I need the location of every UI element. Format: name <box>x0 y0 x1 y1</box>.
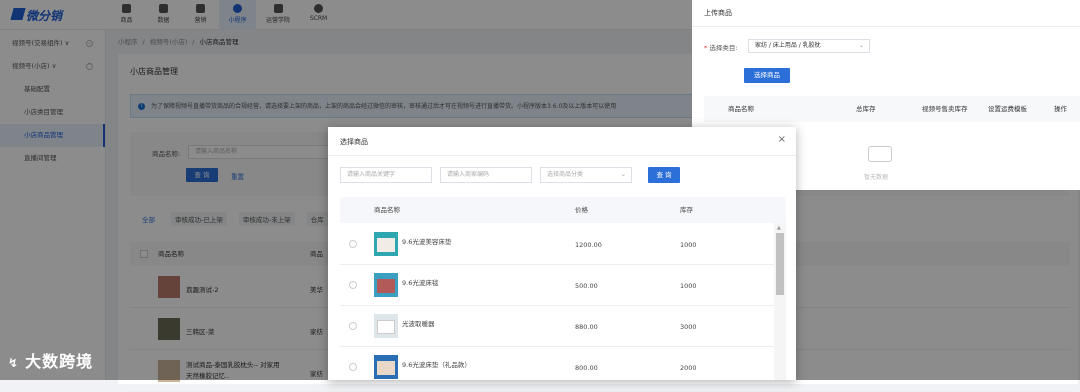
query-button[interactable]: 查 询 <box>648 167 680 183</box>
table-row[interactable]: 9.6光波美容床垫 1200.00 1000 <box>340 224 774 265</box>
drawer-table-header: 商品名称 总库存 视频号售卖库存 设置运费模板 操作 <box>704 96 1080 122</box>
keyword-input[interactable]: 请输入商品关键字 <box>340 167 432 183</box>
chevron-down-icon: ⌄ <box>858 42 864 49</box>
watermark: ↯ 大数跨境 <box>8 352 94 371</box>
row-radio[interactable] <box>349 281 357 289</box>
modal-table-header: 商品名称 价格 库存 <box>340 197 786 223</box>
empty-box-icon <box>868 146 892 162</box>
merchant-code-input[interactable]: 请输入商家编码 <box>440 167 532 183</box>
upload-drawer: 上传商品 * 选择类目: 家纺 / 床上用品 / 乳胶枕 ⌄ 选择商品 商品名称 … <box>692 0 1080 130</box>
row-radio[interactable] <box>349 322 357 330</box>
product-image <box>374 232 398 256</box>
modal-title: 选择商品 <box>340 138 368 146</box>
select-goods-button[interactable]: 选择商品 <box>744 68 790 83</box>
table-row[interactable]: 9.6光波床毯 500.00 1000 <box>340 265 774 306</box>
watermark-logo-icon: ↯ <box>8 356 20 370</box>
product-image <box>374 314 398 338</box>
table-row[interactable]: 9.6光波床垫（礼品款） 800.00 2000 <box>340 347 774 380</box>
close-icon[interactable]: × <box>778 134 786 145</box>
product-image <box>374 273 398 297</box>
table-row[interactable]: 光波取暖器 880.00 3000 <box>340 306 774 347</box>
row-radio[interactable] <box>349 363 357 371</box>
chevron-down-icon: ⌄ <box>620 171 626 178</box>
scrollbar[interactable]: ▲ <box>774 223 786 380</box>
product-image <box>374 355 398 379</box>
select-goods-modal: 选择商品 × 请输入商品关键字 请输入商家编码 选择商品分类 ⌄ 查 询 商品名称… <box>328 127 796 380</box>
scrollbar-thumb[interactable] <box>776 233 784 295</box>
category-label: * 选择类目: <box>704 44 738 52</box>
row-radio[interactable] <box>349 240 357 248</box>
category-select[interactable]: 家纺 / 床上用品 / 乳胶枕 ⌄ <box>748 39 870 53</box>
category-select[interactable]: 选择商品分类 ⌄ <box>540 167 632 183</box>
drawer-title: 上传商品 <box>704 9 732 17</box>
